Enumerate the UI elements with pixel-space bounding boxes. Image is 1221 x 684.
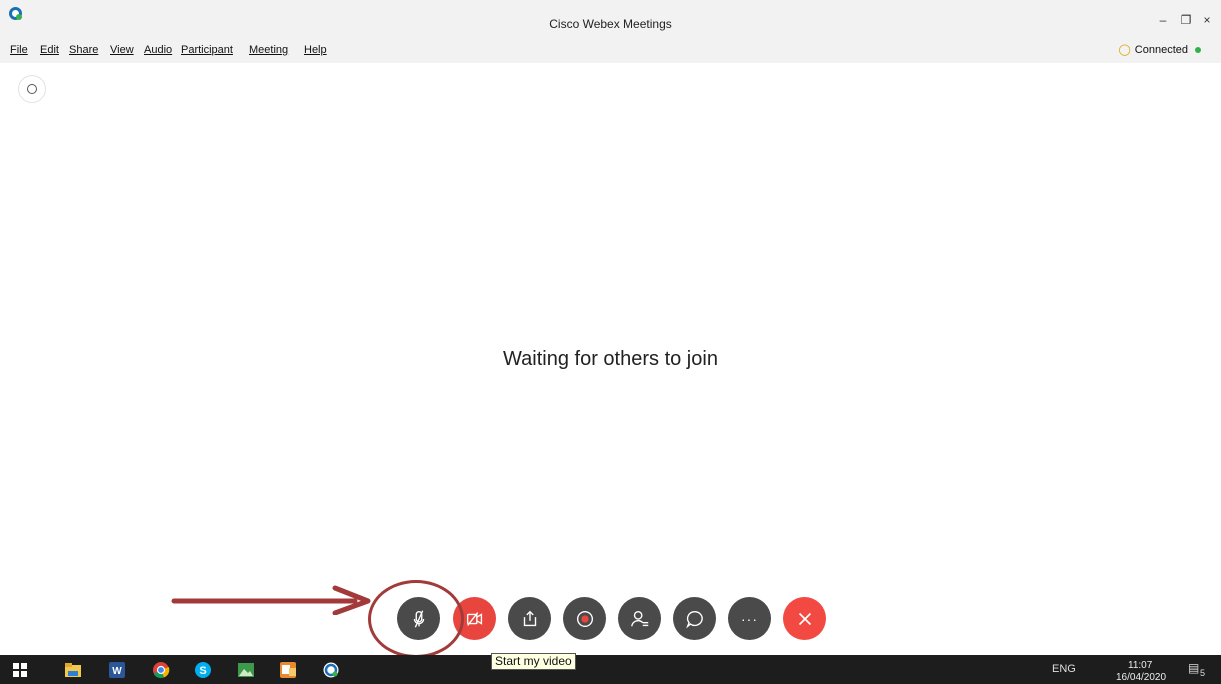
chrome-icon[interactable] bbox=[152, 661, 170, 679]
ime-language[interactable]: ENG bbox=[1052, 663, 1076, 675]
connected-dot-icon bbox=[1195, 46, 1201, 53]
windows-taskbar: W S ENG 11:07 16/04/2020 ▤ 5 bbox=[0, 655, 1221, 684]
webex-taskbar-icon[interactable] bbox=[322, 661, 340, 679]
title-bar: Cisco Webex Meetings – ❐ × bbox=[0, 0, 1221, 40]
share-button[interactable] bbox=[508, 597, 551, 640]
end-meeting-icon bbox=[798, 612, 811, 625]
file-explorer-icon[interactable] bbox=[64, 661, 82, 679]
end-meeting-button[interactable] bbox=[783, 597, 826, 640]
menu-file[interactable]: File bbox=[10, 44, 28, 56]
menu-help[interactable]: Help bbox=[304, 44, 327, 56]
menu-edit[interactable]: Edit bbox=[40, 44, 59, 56]
outlook-icon[interactable] bbox=[279, 661, 297, 679]
annotation-circle bbox=[368, 580, 464, 658]
chat-button[interactable] bbox=[673, 597, 716, 640]
start-video-tooltip: Start my video bbox=[491, 653, 576, 670]
more-options-button[interactable]: ··· bbox=[728, 597, 771, 640]
share-icon bbox=[523, 610, 536, 626]
close-window-button[interactable]: × bbox=[1199, 12, 1215, 28]
meeting-info-button[interactable] bbox=[18, 75, 46, 103]
menu-bar: File Edit Share View Audio Participant M… bbox=[0, 40, 1221, 63]
action-center-icon[interactable]: ▤ bbox=[1188, 661, 1199, 675]
participants-button[interactable] bbox=[618, 597, 661, 640]
waiting-message: Waiting for others to join bbox=[503, 348, 718, 370]
window-title: Cisco Webex Meetings bbox=[549, 17, 672, 31]
chat-icon bbox=[685, 610, 703, 629]
svg-text:S: S bbox=[199, 665, 206, 677]
menu-participant[interactable]: Participant bbox=[181, 44, 233, 56]
menu-audio[interactable]: Audio bbox=[144, 44, 172, 56]
connection-icon: ◯ bbox=[1118, 44, 1131, 56]
annotation-arrow-icon bbox=[171, 585, 371, 615]
webex-window: Cisco Webex Meetings – ❐ × File Edit Sha… bbox=[0, 0, 1221, 684]
photos-app-icon[interactable] bbox=[237, 661, 255, 679]
notification-count: 5 bbox=[1200, 668, 1206, 678]
menu-share[interactable]: Share bbox=[69, 44, 98, 56]
connection-status[interactable]: ◯ Connected bbox=[1118, 43, 1201, 56]
menu-meeting[interactable]: Meeting bbox=[249, 44, 288, 56]
menu-view[interactable]: View bbox=[110, 44, 134, 56]
record-icon bbox=[576, 610, 593, 627]
word-icon[interactable]: W bbox=[108, 661, 126, 679]
more-icon: ··· bbox=[741, 610, 758, 627]
video-off-icon bbox=[466, 611, 482, 626]
minimize-button[interactable]: – bbox=[1155, 12, 1171, 28]
svg-text:W: W bbox=[112, 666, 122, 677]
connection-label: Connected bbox=[1134, 43, 1188, 56]
skype-icon[interactable]: S bbox=[194, 661, 212, 679]
clock-date[interactable]: 16/04/2020 bbox=[1116, 672, 1166, 683]
restore-button[interactable]: ❐ bbox=[1178, 12, 1194, 28]
record-button[interactable] bbox=[563, 597, 606, 640]
participants-icon bbox=[630, 610, 648, 627]
windows-start-icon[interactable] bbox=[13, 663, 27, 677]
clock-time[interactable]: 11:07 bbox=[1128, 660, 1152, 671]
